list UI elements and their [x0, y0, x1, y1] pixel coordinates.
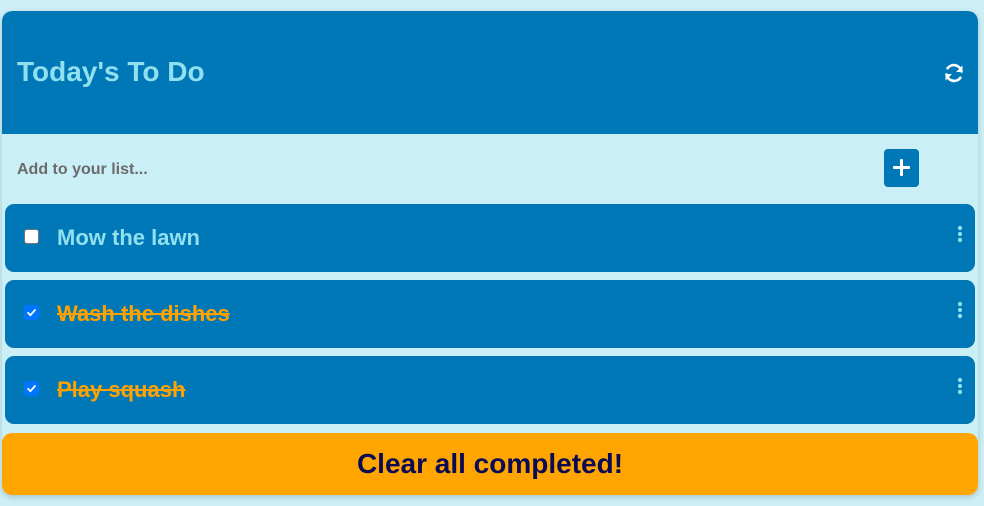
check-icon: [27, 309, 36, 317]
refresh-icon[interactable]: [942, 61, 966, 85]
item-checkbox[interactable]: [24, 381, 39, 396]
clear-completed-button[interactable]: Clear all completed!: [2, 433, 978, 495]
item-checkbox[interactable]: [24, 229, 39, 244]
add-item-row: [2, 134, 978, 202]
todo-app: Today's To Do Mow the lawn: [2, 11, 978, 495]
check-icon: [27, 385, 36, 393]
kebab-menu-icon[interactable]: [955, 300, 965, 322]
plus-icon: [893, 159, 910, 176]
todo-item: Mow the lawn: [5, 204, 975, 272]
todo-item: Play squash: [5, 356, 975, 424]
kebab-menu-icon[interactable]: [955, 224, 965, 246]
kebab-menu-icon[interactable]: [955, 376, 965, 398]
item-label: Play squash: [57, 377, 186, 402]
add-item-button[interactable]: [884, 149, 919, 187]
add-item-input[interactable]: [8, 148, 879, 192]
todo-item: Wash the dishes: [5, 280, 975, 348]
item-label: Mow the lawn: [57, 225, 200, 250]
item-checkbox[interactable]: [24, 305, 39, 320]
header: Today's To Do: [2, 11, 978, 134]
page-title: Today's To Do: [17, 56, 205, 87]
item-label: Wash the dishes: [57, 301, 230, 326]
